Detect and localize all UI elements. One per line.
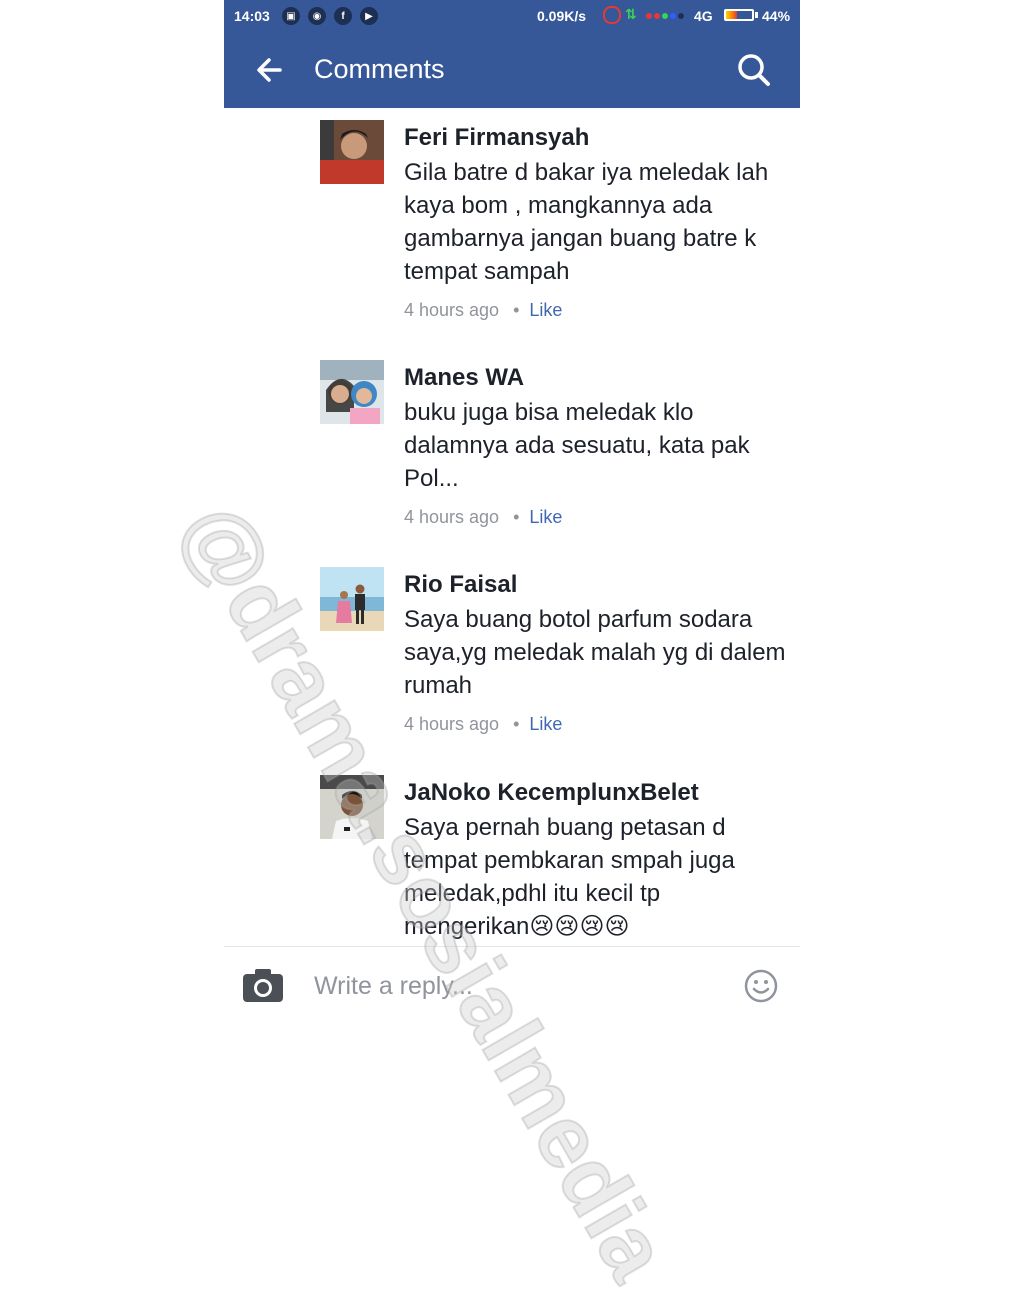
comment-time: 4 hours ago [404, 507, 500, 527]
battery-percent: 44% [762, 8, 791, 24]
facebook-notification-icon: f [334, 7, 352, 25]
signal-dots-icon [646, 13, 684, 19]
status-bar: 14:03 ▣ ◉ f ▶ 0.09K/s ⇅ 4G 44% [224, 0, 800, 32]
comment-text: Saya pernah buang petasan d tempat pembk… [404, 814, 735, 940]
comment-list: Feri Firmansyah Gila batre d bakar iya m… [224, 108, 800, 946]
avatar[interactable] [320, 775, 384, 839]
page-title: Comments [314, 54, 445, 84]
comment-time: 4 hours ago [404, 714, 500, 734]
network-type: 4G [694, 8, 713, 24]
messenger-notification-icon: ▣ [282, 7, 300, 25]
comment-text: Gila batre d bakar iya meledak lah kaya … [404, 159, 769, 285]
app-bar: Comments [224, 32, 800, 108]
smiley-icon[interactable] [744, 969, 778, 1003]
reply-input[interactable] [312, 961, 736, 1011]
comment-meta: 4 hours ago • Like [404, 300, 562, 321]
comment-meta: 4 hours ago • Like [404, 507, 562, 528]
meta-separator: • [513, 507, 520, 527]
comment-time: 4 hours ago [404, 300, 500, 320]
avatar[interactable] [320, 360, 384, 424]
meta-separator: • [513, 714, 520, 734]
like-link[interactable]: Like [529, 507, 562, 527]
camera-icon[interactable] [242, 967, 284, 1003]
comment-text: Saya buang botol parfum sodara saya,yg m… [404, 606, 786, 699]
alarm-icon [603, 6, 621, 24]
commenter-name[interactable]: JaNoko KecemplunxBelet [404, 779, 699, 807]
phone-screen: 14:03 ▣ ◉ f ▶ 0.09K/s ⇅ 4G 44% Comments [224, 0, 800, 1024]
net-speed: 0.09K/s [537, 8, 587, 24]
commenter-name[interactable]: Feri Firmansyah [404, 124, 589, 152]
status-time: 14:03 [234, 8, 270, 24]
commenter-name[interactable]: Manes WA [404, 364, 524, 392]
battery-tip [755, 12, 758, 18]
reply-bar [224, 946, 800, 1024]
search-icon[interactable] [734, 50, 774, 90]
data-transfer-icon: ⇅ [625, 6, 637, 22]
avatar[interactable] [320, 567, 384, 631]
android-notification-icon: ◉ [308, 7, 326, 25]
comment-meta: 4 hours ago • Like [404, 714, 562, 735]
battery-icon [724, 9, 754, 21]
commenter-name[interactable]: Rio Faisal [404, 571, 517, 599]
avatar[interactable] [320, 120, 384, 184]
back-arrow-icon[interactable] [250, 50, 290, 90]
comment-text: buku juga bisa meledak klo dalamnya ada … [404, 399, 750, 492]
like-link[interactable]: Like [529, 714, 562, 734]
meta-separator: • [513, 300, 520, 320]
like-link[interactable]: Like [529, 300, 562, 320]
youtube-notification-icon: ▶ [360, 7, 378, 25]
